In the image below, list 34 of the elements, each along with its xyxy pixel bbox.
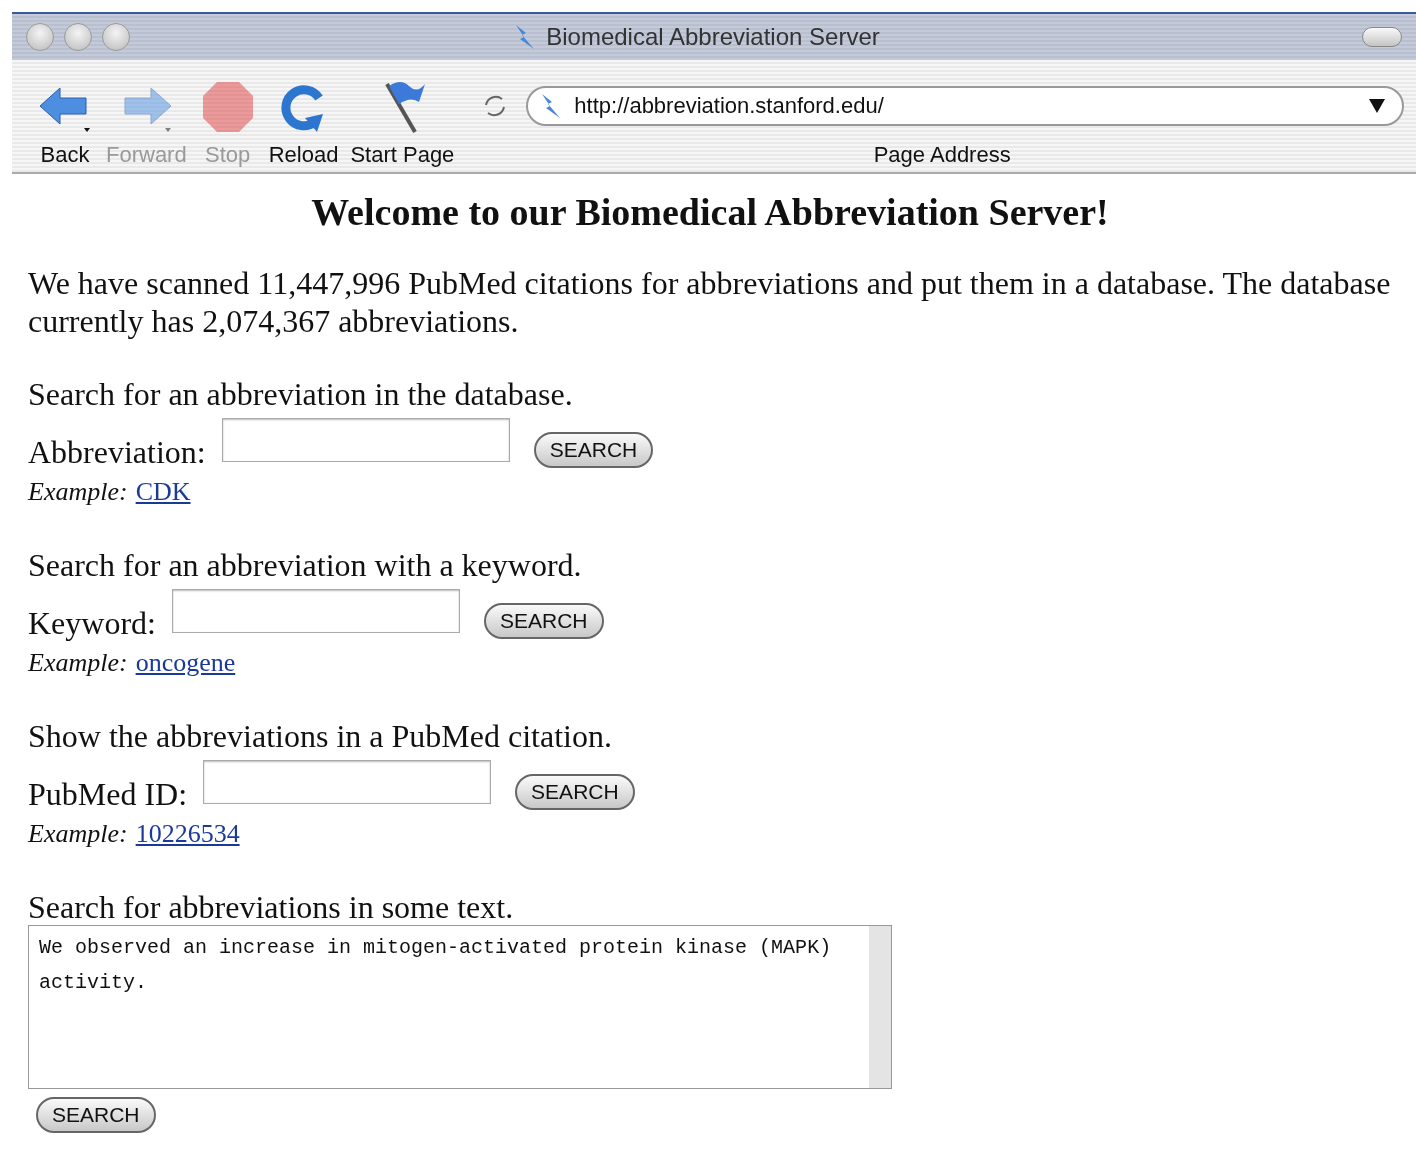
dropdown-icon[interactable]	[1368, 98, 1386, 114]
example-label: Example:	[28, 819, 128, 849]
section-title: Search for abbreviations in some text.	[28, 889, 515, 925]
field-label: Abbreviation:	[28, 434, 206, 471]
example-link[interactable]: CDK	[135, 477, 191, 507]
toolbar-button[interactable]: Reload	[262, 60, 345, 172]
text-input-area[interactable]: We observed an increase in mitogen-activated protein kinase (MAPK) activity.	[28, 925, 892, 1089]
intro-text: We have scanned 11,447,996 PubMed citations for abbreviations and put them in a database. The database currently has 2,074,367 abbreviations.	[28, 264, 1392, 340]
window-control-icon[interactable]	[64, 23, 92, 51]
example-link[interactable]: 10226534	[135, 819, 240, 849]
field-label: PubMed ID:	[28, 776, 188, 813]
search-button[interactable]: SEARCH	[515, 773, 635, 810]
address-field[interactable]: http://abbreviation.stanford.edu/	[526, 86, 1404, 126]
address-label: Page Address	[873, 142, 1011, 168]
toolbar-button[interactable]: Back	[30, 60, 100, 172]
input-field[interactable]	[203, 759, 492, 804]
window-control-icon[interactable]	[26, 23, 54, 51]
window-title: Biomedical Abbreviation Server	[546, 23, 880, 51]
search-button[interactable]: SEARCH	[483, 602, 604, 639]
search-button[interactable]: SEARCH	[533, 431, 654, 468]
page-heading: Welcome to our Biomedical Abbreviation Server!	[310, 190, 1110, 234]
example-label: Example:	[28, 648, 128, 678]
section-title: Search for an abbreviation with a keyword.	[28, 547, 583, 583]
field-label: Keyword:	[28, 605, 156, 642]
input-field[interactable]	[171, 588, 460, 633]
search-button[interactable]: SEARCH	[36, 1097, 156, 1133]
toolbar-button[interactable]: Start Page	[344, 60, 461, 172]
toolbar-toggle-icon[interactable]	[1362, 27, 1402, 47]
section-title: Search for an abbreviation in the database.	[28, 376, 574, 412]
example-link[interactable]: oncogene	[135, 648, 236, 678]
window-control-icon[interactable]	[102, 23, 130, 51]
section-title: Show the abbreviations in a PubMed citation.	[28, 718, 613, 754]
example-label: Example:	[28, 477, 128, 507]
input-field[interactable]	[221, 417, 510, 462]
